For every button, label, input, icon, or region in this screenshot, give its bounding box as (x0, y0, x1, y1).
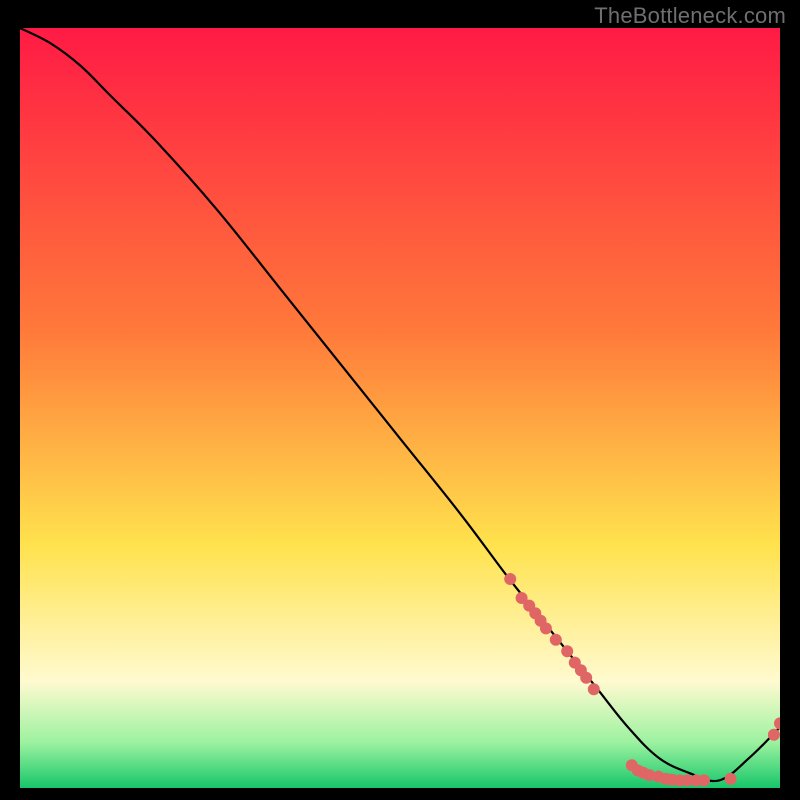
plot-svg (20, 28, 780, 788)
data-marker (725, 773, 737, 785)
data-marker (561, 645, 573, 657)
plot-area (20, 28, 780, 788)
chart-stage: TheBottleneck.com (0, 0, 800, 800)
data-marker (580, 672, 592, 684)
data-marker (540, 622, 552, 634)
data-marker (550, 634, 562, 646)
data-marker (504, 573, 516, 585)
gradient-background (20, 28, 780, 788)
watermark-text: TheBottleneck.com (594, 3, 786, 29)
data-marker (588, 683, 600, 695)
data-marker (768, 729, 780, 741)
data-marker (698, 774, 710, 786)
